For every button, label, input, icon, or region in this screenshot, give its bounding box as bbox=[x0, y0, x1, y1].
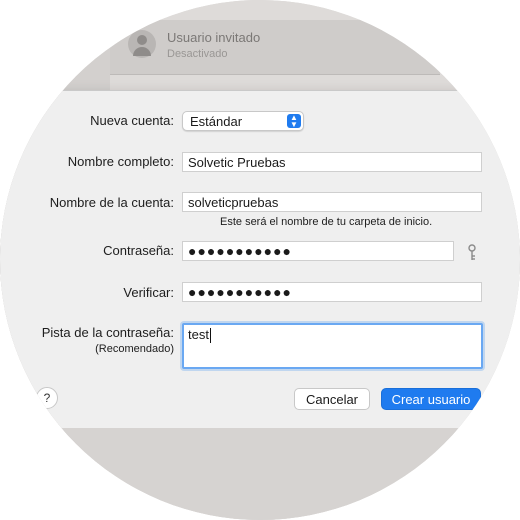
verify-field[interactable]: ●●●●●●●●●●● bbox=[182, 282, 482, 302]
full-name-field[interactable]: Solvetic Pruebas bbox=[182, 152, 482, 172]
cancel-button[interactable]: Cancelar bbox=[294, 388, 370, 410]
password-hint-label: Pista de la contraseña: bbox=[41, 325, 174, 340]
guest-user-name: Usuario invitado bbox=[167, 30, 261, 45]
chevron-up-down-icon: ▲ ▼ bbox=[287, 114, 301, 129]
screenshot-circle: Usuario invitado Desactivado Nueva cuent… bbox=[0, 0, 520, 520]
guest-user-status: Desactivado bbox=[167, 48, 228, 60]
help-button[interactable]: ? bbox=[36, 387, 58, 409]
password-label: Contraseña: bbox=[103, 243, 174, 258]
text-caret bbox=[209, 328, 211, 344]
account-type-select[interactable]: Estándar ▲ ▼ bbox=[182, 111, 304, 131]
password-hint-field[interactable]: test bbox=[182, 323, 483, 369]
password-hint-value: test bbox=[188, 327, 209, 342]
account-type-value: Estándar bbox=[190, 114, 243, 129]
guest-user-row[interactable] bbox=[110, 20, 440, 75]
password-field[interactable]: ●●●●●●●●●●● bbox=[182, 241, 454, 261]
new-account-sheet: Nueva cuenta: Estándar ▲ ▼ Nombre complet… bbox=[0, 90, 520, 430]
account-type-label: Nueva cuenta: bbox=[90, 113, 174, 128]
background-lower-area bbox=[0, 428, 520, 520]
guest-avatar-icon bbox=[128, 30, 156, 58]
account-name-label: Nombre de la cuenta: bbox=[49, 195, 174, 210]
create-user-button[interactable]: Crear usuario bbox=[381, 388, 481, 410]
full-name-label: Nombre completo: bbox=[67, 154, 174, 169]
verify-label: Verificar: bbox=[123, 285, 174, 300]
account-name-hint: Este será el nombre de tu carpeta de ini… bbox=[220, 216, 433, 228]
password-hint-sublabel: (Recomendado) bbox=[95, 343, 174, 355]
account-name-field[interactable]: solveticpruebas bbox=[182, 192, 482, 212]
key-icon[interactable] bbox=[466, 244, 478, 262]
